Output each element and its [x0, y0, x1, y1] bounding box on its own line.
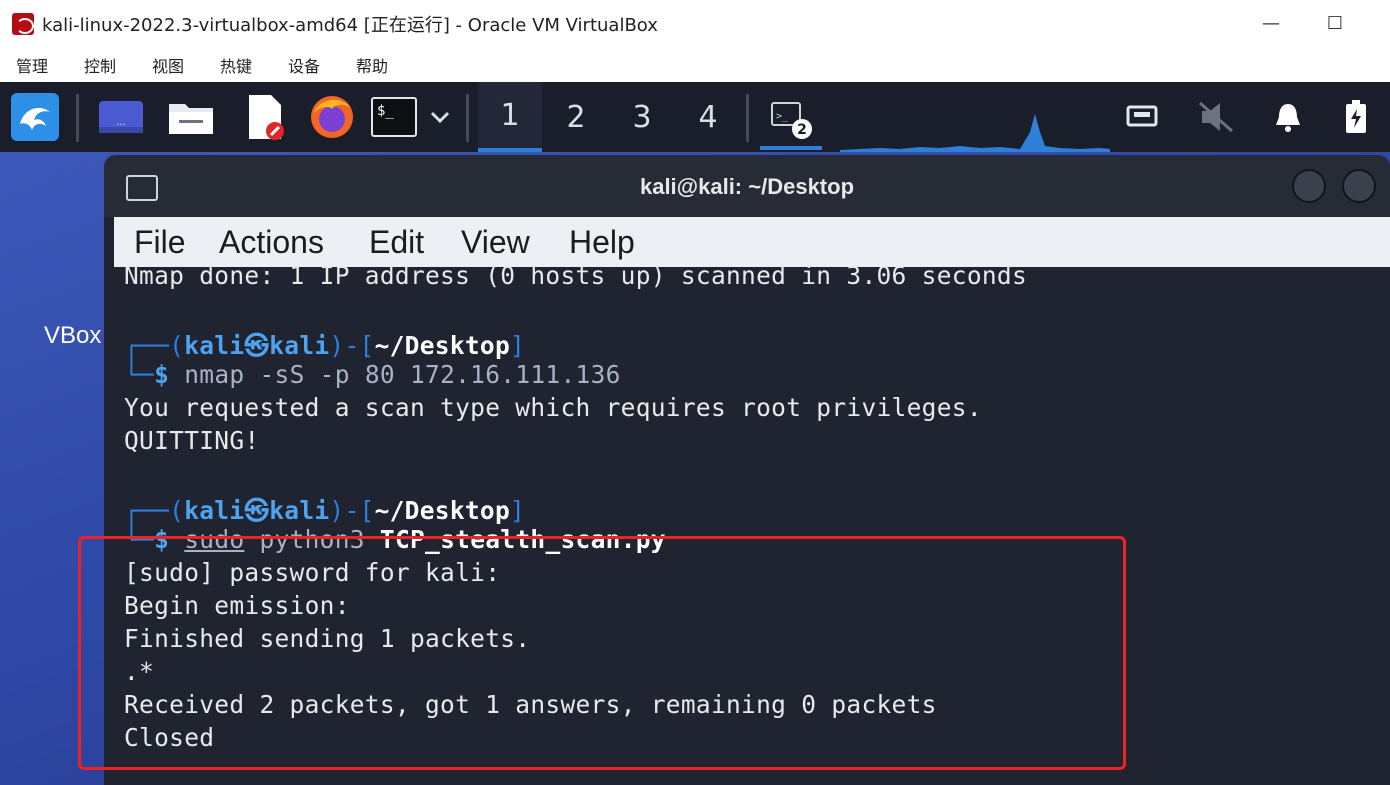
terminal-menu-help[interactable]: Help: [569, 224, 635, 261]
output-line: QUITTING!: [124, 426, 260, 455]
desktop-icon-label[interactable]: VBox: [44, 322, 101, 350]
terminal-task-badge: 2: [797, 122, 807, 138]
terminal-maximize-button[interactable]: [1342, 169, 1376, 203]
terminal-menu-file[interactable]: File: [134, 224, 186, 261]
output-line: You requested a scan type which requires…: [124, 393, 982, 422]
prompt-host: kali: [269, 496, 330, 525]
svg-text:...: ...: [116, 117, 126, 128]
prompt-line: ┌──(kali㉿kali)-[~/Desktop]: [124, 496, 526, 525]
maximize-button[interactable]: ☐: [1322, 10, 1348, 36]
panel-separator: [746, 94, 749, 142]
terminal-menu-view[interactable]: View: [461, 224, 530, 261]
file-manager-icon[interactable]: [166, 92, 216, 142]
svg-text:$_: $_: [377, 103, 394, 119]
prompt-user: kali: [184, 331, 245, 360]
firefox-icon[interactable]: [306, 92, 358, 142]
window-title: kali-linux-2022.3-virtualbox-amd64 [正在运行…: [42, 15, 658, 36]
terminal-icon[interactable]: $_: [370, 92, 418, 142]
workspace-1[interactable]: 1: [478, 82, 542, 152]
kali-dragon-icon[interactable]: [8, 92, 62, 142]
menu-view[interactable]: 视图: [152, 53, 184, 77]
prompt-line: ┌──(kali㉿kali)-[~/Desktop]: [124, 331, 526, 360]
terminal-task-icon[interactable]: >_ 2: [760, 92, 822, 150]
prompt-directory: ~/Desktop: [374, 331, 511, 360]
virtualbox-app-icon: [12, 13, 34, 35]
workspace-3[interactable]: 3: [610, 82, 674, 152]
output-line: Nmap done: 1 IP address (0 hosts up) sca…: [124, 261, 1028, 290]
terminal-menubar: File Actions Edit View Help: [114, 217, 1390, 267]
command-line: └─$ nmap -sS -p 80 172.16.111.136: [124, 360, 621, 389]
command-text: nmap -sS -p 80 172.16.111.136: [184, 360, 621, 389]
terminal-title: kali@kali: ~/Desktop: [639, 174, 855, 199]
menu-manage[interactable]: 管理: [16, 53, 48, 77]
show-desktop-icon[interactable]: ...: [96, 92, 146, 142]
highlight-annotation: [78, 536, 1126, 770]
minimize-button[interactable]: —: [1258, 10, 1284, 36]
network-icon[interactable]: [1122, 92, 1162, 142]
menu-devices[interactable]: 设备: [288, 53, 320, 77]
cpu-graph: [840, 114, 1110, 152]
workspace-2[interactable]: 2: [544, 82, 608, 152]
notification-bell-icon[interactable]: [1270, 92, 1306, 142]
terminal-menu-actions[interactable]: Actions: [219, 224, 324, 261]
workspace-4[interactable]: 4: [676, 82, 740, 152]
menu-hotkey[interactable]: 热键: [220, 53, 252, 77]
prompt-user: kali: [184, 496, 245, 525]
kali-top-panel: ... $_ 1 2 3 4 >_ 2: [0, 82, 1390, 152]
vbox-titlebar: kali-linux-2022.3-virtualbox-amd64 [正在运行…: [0, 0, 1390, 46]
terminal-menu-edit[interactable]: Edit: [369, 224, 424, 261]
svg-text:>_: >_: [776, 111, 789, 122]
prompt-directory: ~/Desktop: [374, 496, 511, 525]
vbox-menubar: 管理 控制 视图 热键 设备 帮助: [0, 46, 1390, 82]
panel-separator: [466, 94, 469, 142]
battery-icon[interactable]: [1340, 92, 1372, 142]
volume-muted-icon[interactable]: [1194, 92, 1238, 142]
prompt-host: kali: [269, 331, 330, 360]
menu-control[interactable]: 控制: [84, 53, 116, 77]
terminal-minimize-button[interactable]: [1292, 169, 1326, 203]
panel-separator: [76, 94, 79, 142]
menu-help[interactable]: 帮助: [356, 53, 388, 77]
chevron-down-icon[interactable]: [424, 92, 456, 142]
terminal-titlebar[interactable]: kali@kali: ~/Desktop: [104, 155, 1390, 217]
text-editor-icon[interactable]: [240, 92, 290, 142]
